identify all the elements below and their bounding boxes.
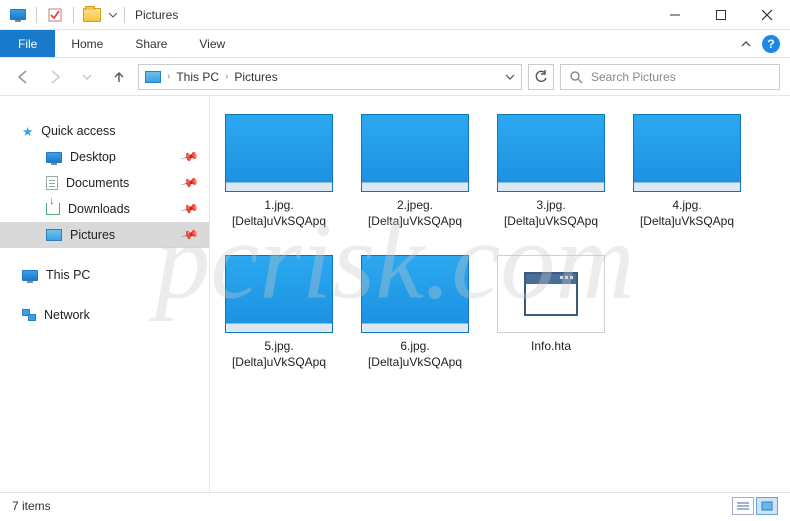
window-title: Pictures <box>135 8 178 22</box>
quick-access-toolbar <box>0 4 120 26</box>
refresh-button[interactable] <box>528 64 554 90</box>
file-thumbnail <box>225 255 333 333</box>
search-icon <box>569 70 583 84</box>
file-name: 1.jpg.[Delta]uVkSQApq <box>219 198 339 229</box>
separator <box>36 7 37 23</box>
downloads-icon <box>46 203 60 215</box>
sidebar-item-documents[interactable]: Documents 📌 <box>0 170 209 196</box>
ribbon-tabs: File Home Share View ? <box>0 30 790 58</box>
tab-share[interactable]: Share <box>119 30 183 57</box>
qat-dropdown-icon[interactable] <box>106 4 120 26</box>
address-bar[interactable]: › This PC › Pictures <box>138 64 522 90</box>
sidebar-item-label: This PC <box>46 268 90 282</box>
close-button[interactable] <box>744 0 790 30</box>
sidebar-item-label: Pictures <box>70 228 115 242</box>
file-item[interactable]: 1.jpg.[Delta]uVkSQApq <box>224 114 334 229</box>
navigation-bar: › This PC › Pictures Search Pictures <box>0 58 790 96</box>
pc-icon <box>22 270 38 281</box>
pin-icon: 📌 <box>180 225 200 245</box>
file-name: 5.jpg.[Delta]uVkSQApq <box>219 339 339 370</box>
search-placeholder: Search Pictures <box>591 70 676 84</box>
file-thumbnail <box>633 114 741 192</box>
network-icon <box>22 309 36 321</box>
file-thumbnail <box>225 114 333 192</box>
file-name: 3.jpg.[Delta]uVkSQApq <box>491 198 611 229</box>
file-name: 6.jpg.[Delta]uVkSQApq <box>355 339 475 370</box>
tab-view[interactable]: View <box>183 30 241 57</box>
sidebar-item-downloads[interactable]: Downloads 📌 <box>0 196 209 222</box>
qat-folder-button[interactable] <box>80 4 104 26</box>
details-view-button[interactable] <box>732 497 754 515</box>
file-item[interactable]: 5.jpg.[Delta]uVkSQApq <box>224 255 334 370</box>
pin-icon: 📌 <box>180 147 200 167</box>
forward-button[interactable] <box>42 64 68 90</box>
file-item[interactable]: 3.jpg.[Delta]uVkSQApq <box>496 114 606 229</box>
help-button[interactable]: ? <box>762 35 780 53</box>
pictures-icon <box>46 229 62 241</box>
file-item[interactable]: 4.jpg.[Delta]uVkSQApq <box>632 114 742 229</box>
file-tab[interactable]: File <box>0 30 55 57</box>
qat-app-icon[interactable] <box>6 4 30 26</box>
document-icon <box>46 176 58 190</box>
navigation-pane: ★ Quick access Desktop 📌 Documents 📌 Dow… <box>0 96 210 492</box>
file-name: 4.jpg.[Delta]uVkSQApq <box>627 198 747 229</box>
sidebar-item-label: Network <box>44 308 90 322</box>
file-item[interactable]: 6.jpg.[Delta]uVkSQApq <box>360 255 470 370</box>
file-thumbnail <box>497 255 605 333</box>
item-count: 7 items <box>12 499 51 513</box>
file-name: Info.hta <box>491 339 611 355</box>
status-bar: 7 items <box>0 492 790 518</box>
file-thumbnail <box>361 255 469 333</box>
minimize-button[interactable] <box>652 0 698 30</box>
star-icon: ★ <box>22 124 33 139</box>
qat-properties-button[interactable] <box>43 4 67 26</box>
file-thumbnail <box>361 114 469 192</box>
breadcrumb-this-pc[interactable]: This PC <box>176 70 219 84</box>
sidebar-this-pc[interactable]: This PC <box>0 262 209 288</box>
breadcrumb-label: This PC <box>176 70 219 84</box>
chevron-right-icon[interactable]: › <box>225 71 228 82</box>
file-item[interactable]: 2.jpeg.[Delta]uVkSQApq <box>360 114 470 229</box>
sidebar-network[interactable]: Network <box>0 302 209 328</box>
up-button[interactable] <box>106 64 132 90</box>
location-icon <box>145 71 161 83</box>
separator <box>124 7 125 23</box>
breadcrumb-label: Pictures <box>234 70 277 84</box>
sidebar-item-label: Downloads <box>68 202 130 216</box>
sidebar-item-label: Desktop <box>70 150 116 164</box>
tab-home[interactable]: Home <box>55 30 119 57</box>
file-name: 2.jpeg.[Delta]uVkSQApq <box>355 198 475 229</box>
thumbnails-view-button[interactable] <box>756 497 778 515</box>
ribbon-collapse-icon[interactable] <box>740 38 752 50</box>
recent-dropdown-icon[interactable] <box>74 64 100 90</box>
explorer-body: ★ Quick access Desktop 📌 Documents 📌 Dow… <box>0 96 790 492</box>
desktop-icon <box>46 152 62 163</box>
search-input[interactable]: Search Pictures <box>560 64 780 90</box>
file-item[interactable]: Info.hta <box>496 255 606 370</box>
back-button[interactable] <box>10 64 36 90</box>
breadcrumb-pictures[interactable]: Pictures <box>234 70 277 84</box>
sidebar-item-pictures[interactable]: Pictures 📌 <box>0 222 209 248</box>
file-grid[interactable]: 1.jpg.[Delta]uVkSQApq2.jpeg.[Delta]uVkSQ… <box>210 96 790 492</box>
window-controls <box>652 0 790 30</box>
pin-icon: 📌 <box>180 173 200 193</box>
maximize-button[interactable] <box>698 0 744 30</box>
pin-icon: 📌 <box>180 199 200 219</box>
address-dropdown-icon[interactable] <box>505 73 515 81</box>
sidebar-item-label: Documents <box>66 176 129 190</box>
sidebar-item-desktop[interactable]: Desktop 📌 <box>0 144 209 170</box>
chevron-right-icon[interactable]: › <box>167 71 170 82</box>
sidebar-quick-access[interactable]: ★ Quick access <box>0 118 209 144</box>
file-thumbnail <box>497 114 605 192</box>
sidebar-item-label: Quick access <box>41 124 115 138</box>
title-bar: Pictures <box>0 0 790 30</box>
separator <box>73 7 74 23</box>
